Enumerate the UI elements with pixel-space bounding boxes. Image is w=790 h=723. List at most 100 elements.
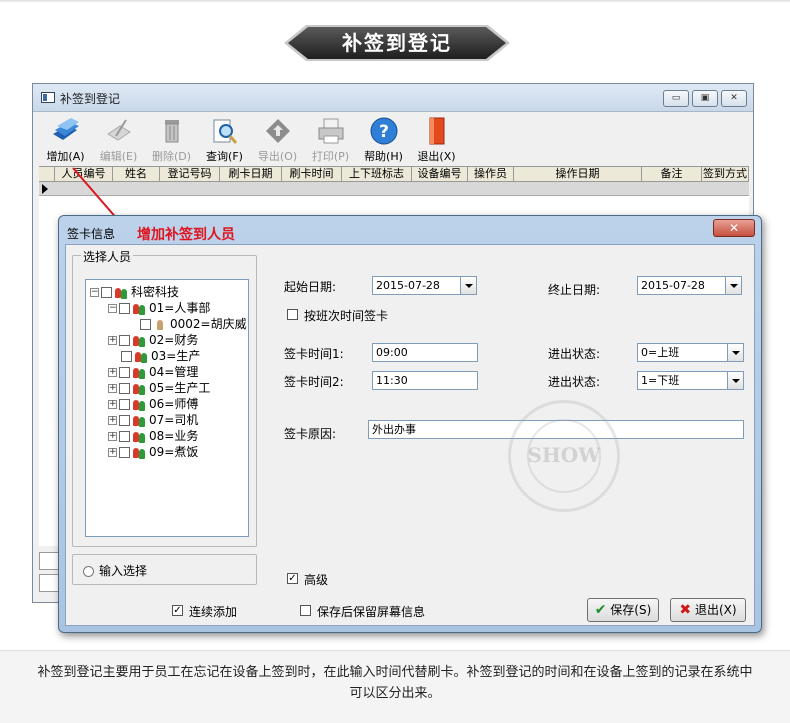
column-header[interactable]: 操作日期 (514, 167, 642, 181)
annotation-text: 增加补签到人员 (137, 227, 235, 243)
expand-icon[interactable]: + (108, 400, 117, 409)
tree-node-dept[interactable]: +05=生产工 (108, 380, 210, 396)
main-title-bar: 补签到登记 ▭ ▣ ✕ (33, 84, 753, 112)
time1-input[interactable]: 09:00 (372, 343, 478, 362)
save-button[interactable]: ✔ 保存(S) (587, 598, 659, 622)
watermark-seal: SHOW (508, 400, 620, 512)
cross-icon: ✖ (679, 602, 692, 618)
column-header[interactable]: 登记号码 (160, 167, 220, 181)
tree-node-dept[interactable]: +09=煮饭 (108, 444, 198, 460)
maximize-button[interactable]: ▣ (692, 90, 718, 107)
tree-checkbox[interactable] (121, 351, 132, 362)
person-icon (154, 319, 168, 331)
column-header[interactable]: 设备编号 (412, 167, 468, 181)
tree-checkbox[interactable] (119, 335, 130, 346)
column-header[interactable]: 人员编号 (55, 167, 113, 181)
collapse-icon[interactable]: − (90, 288, 99, 297)
table-row[interactable] (39, 182, 749, 196)
column-header[interactable]: 操作员 (468, 167, 514, 181)
status1-label: 进出状态: (548, 347, 601, 361)
add-cards-icon (53, 118, 79, 140)
tree-checkbox[interactable] (119, 415, 130, 426)
delete-button[interactable]: 删除(D) (145, 114, 198, 166)
start-date-picker[interactable]: 2015-07-28 (372, 276, 477, 295)
dialog-body: 选择人员 − 科密科技 − 01=人事部 0002=胡庆威 +02=财务 03=生产… (65, 244, 755, 626)
page-banner: 补签到登记 (284, 22, 510, 64)
dialog-exit-button[interactable]: ✖ 退出(X) (670, 598, 746, 622)
records-grid-header: 人员编号 姓名 登记号码 刷卡日期 刷卡时间 上下班标志 设备编号 操作员 操作… (39, 166, 749, 182)
tree-checkbox[interactable] (119, 399, 130, 410)
dropdown-arrow-icon[interactable] (727, 344, 743, 361)
tree-checkbox[interactable] (119, 383, 130, 394)
expand-icon[interactable]: + (108, 448, 117, 457)
exit-label: 退出(X) (417, 150, 456, 163)
column-header[interactable]: 签到方式 (702, 167, 749, 181)
status2-select[interactable]: 1=下班 (637, 371, 744, 390)
time2-value: 11:30 (376, 374, 408, 387)
column-header[interactable]: 备注 (642, 167, 702, 181)
tree-checkbox[interactable] (119, 431, 130, 442)
tree-node-dept[interactable]: +07=司机 (108, 412, 198, 428)
tree-node-dept[interactable]: − 01=人事部 (108, 300, 210, 316)
print-button[interactable]: 打印(P) (304, 114, 357, 166)
export-button[interactable]: 导出(O) (251, 114, 304, 166)
keep-info-checkbox[interactable] (300, 605, 311, 616)
expand-icon[interactable]: + (108, 432, 117, 441)
export-label: 导出(O) (257, 150, 298, 163)
tree-checkbox[interactable] (140, 319, 151, 330)
by-shift-checkbox[interactable] (287, 309, 298, 320)
time2-label: 签卡时间2: (284, 375, 344, 389)
expand-icon[interactable]: + (108, 368, 117, 377)
tree-node-dept[interactable]: +04=管理 (108, 364, 198, 380)
column-header[interactable]: 上下班标志 (342, 167, 412, 181)
delete-label: 删除(D) (151, 150, 192, 163)
column-header[interactable]: 姓名 (113, 167, 160, 181)
continuous-add-checkbox[interactable]: ✓ (172, 605, 183, 616)
radio-button[interactable] (83, 566, 94, 577)
status2-value: 1=下班 (641, 374, 680, 387)
exit-button[interactable]: 退出(X) (410, 114, 463, 166)
tree-node-person[interactable]: 0002=胡庆威 (140, 316, 247, 332)
tree-checkbox[interactable] (119, 367, 130, 378)
dialog-close-button[interactable]: ✕ (713, 219, 755, 237)
tree-node-dept[interactable]: 03=生产 (121, 348, 200, 364)
time2-input[interactable]: 11:30 (372, 371, 478, 390)
row-pointer-icon (42, 184, 48, 194)
end-date-label: 终止日期: (548, 283, 601, 297)
person-tree[interactable]: − 科密科技 − 01=人事部 0002=胡庆威 +02=财务 03=生产 +04=… (85, 279, 249, 537)
search-icon (213, 119, 238, 144)
tree-node-company[interactable]: − 科密科技 (90, 284, 179, 300)
column-header[interactable]: 刷卡时间 (282, 167, 342, 181)
add-button[interactable]: 增加(A) (39, 114, 92, 166)
help-button[interactable]: ? 帮助(H) (357, 114, 410, 166)
advanced-checkbox[interactable]: ✓ (287, 573, 298, 584)
tree-node-dept[interactable]: +08=业务 (108, 428, 198, 444)
column-header[interactable]: 刷卡日期 (220, 167, 282, 181)
query-button[interactable]: 查询(F) (198, 114, 251, 166)
printer-icon (318, 118, 344, 144)
status1-select[interactable]: 0=上班 (637, 343, 744, 362)
tree-checkbox[interactable] (119, 447, 130, 458)
dropdown-arrow-icon[interactable] (727, 372, 743, 389)
tree-node-label: 科密科技 (131, 285, 180, 299)
tree-node-dept[interactable]: +02=财务 (108, 332, 198, 348)
people-group-icon (115, 287, 129, 299)
tree-checkbox[interactable] (101, 287, 112, 298)
expand-icon[interactable]: + (108, 336, 117, 345)
trash-icon (165, 120, 179, 143)
collapse-icon[interactable]: − (108, 304, 117, 313)
input-select-radio[interactable]: 输入选择 (83, 562, 147, 579)
tree-node-dept[interactable]: +06=师傅 (108, 396, 198, 412)
dropdown-arrow-icon[interactable] (725, 277, 741, 294)
expand-icon[interactable]: + (108, 416, 117, 425)
minimize-button[interactable]: ▭ (663, 90, 689, 107)
tree-node-label: 05=生产工 (149, 381, 211, 395)
tree-checkbox[interactable] (119, 303, 130, 314)
edit-button[interactable]: 编辑(E) (92, 114, 145, 166)
dropdown-arrow-icon[interactable] (460, 277, 476, 294)
expand-icon[interactable]: + (108, 384, 117, 393)
query-label: 查询(F) (206, 150, 243, 163)
end-date-picker[interactable]: 2015-07-28 (637, 276, 742, 295)
close-window-button[interactable]: ✕ (721, 90, 747, 107)
add-label: 增加(A) (46, 150, 85, 163)
